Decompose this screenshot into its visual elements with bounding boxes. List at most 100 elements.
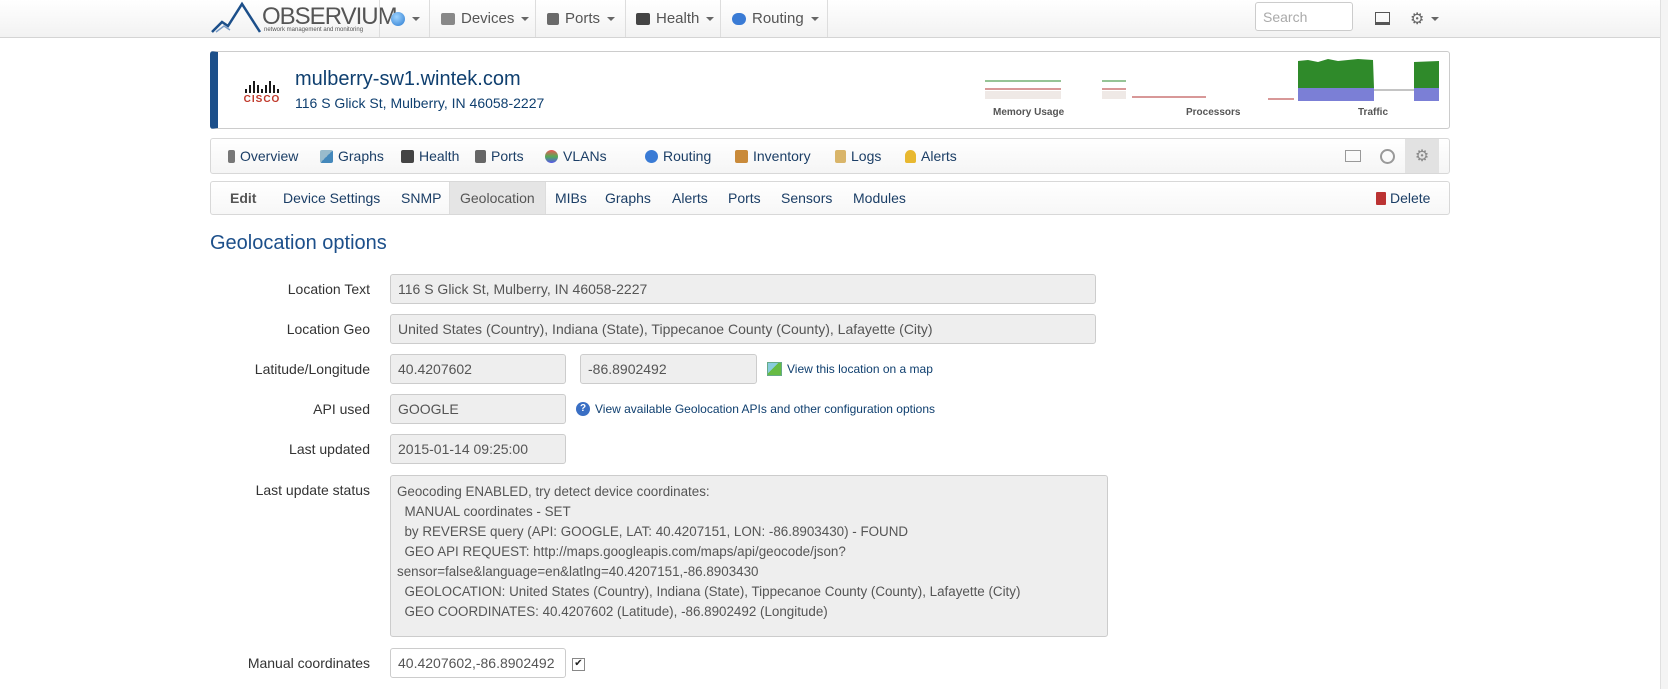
server-icon (228, 149, 235, 163)
health-monitor-icon (401, 149, 414, 163)
help-icon: ? (576, 402, 590, 416)
tab-device-settings-label: Device Settings (283, 190, 381, 206)
tab-geolocation[interactable]: Geolocation (449, 182, 546, 214)
device-poll-button[interactable] (1370, 139, 1404, 173)
nav-health[interactable]: Health (636, 0, 715, 37)
tab-edit-ports-label: Ports (728, 190, 761, 206)
last-updated-label: Last updated (289, 441, 370, 457)
processors-sparkline[interactable] (1102, 79, 1222, 101)
search-input[interactable] (1255, 2, 1353, 31)
last-update-status-label: Last update status (255, 482, 370, 498)
tab-inventory-label: Inventory (753, 148, 811, 164)
nav-divider (429, 0, 430, 37)
globe-menu[interactable] (391, 0, 420, 37)
tab-ports[interactable]: Ports (475, 139, 524, 173)
tab-alerts[interactable]: Alerts (905, 139, 957, 173)
tab-edit-graphs-label: Graphs (605, 190, 651, 206)
refresh-icon (1379, 148, 1395, 164)
nav-divider (720, 0, 721, 37)
tab-mibs[interactable]: MIBs (555, 182, 587, 214)
nav-ports[interactable]: Ports (547, 0, 616, 37)
manual-coordinates-checkbox[interactable]: ✔ (572, 658, 585, 671)
edit-tabs: Edit Device Settings SNMP Geolocation MI… (210, 181, 1450, 215)
routing-icon (732, 12, 746, 25)
longitude-field[interactable] (580, 354, 757, 384)
tab-vlans[interactable]: VLANs (545, 139, 607, 173)
logo-tagline: network management and monitoring (264, 27, 364, 33)
network-port-icon (547, 12, 559, 25)
mountain-logo-icon (211, 1, 262, 33)
edit-heading: Edit (230, 182, 256, 214)
tab-overview[interactable]: Overview (228, 139, 298, 173)
vendor-name: CISCO (243, 94, 281, 105)
api-used-label: API used (313, 401, 370, 417)
tab-edit-alerts[interactable]: Alerts (672, 182, 708, 214)
traffic-sparkline[interactable] (1268, 57, 1450, 103)
page-scrollbar[interactable] (1660, 0, 1668, 689)
tab-routing-label: Routing (663, 148, 712, 164)
delete-device-button[interactable]: Delete (1376, 182, 1430, 214)
network-port-icon (475, 149, 486, 163)
location-geo-label: Location Geo (286, 321, 370, 337)
latitude-field[interactable] (390, 354, 566, 384)
device-header: CISCO mulberry-sw1.wintek.com 116 S Glic… (210, 51, 1450, 129)
chevron-down-icon (706, 16, 715, 21)
view-map-link[interactable]: View this location on a map (767, 362, 933, 376)
edit-heading-label: Edit (230, 190, 257, 206)
top-navbar: OBSERVIUM network management and monitor… (0, 0, 1660, 38)
memory-usage-sparkline[interactable] (985, 79, 1063, 101)
tab-modules-label: Modules (853, 190, 906, 206)
delete-icon (1376, 191, 1386, 205)
tab-modules[interactable]: Modules (853, 182, 906, 214)
nav-devices[interactable]: Devices (441, 0, 530, 37)
tab-overview-label: Overview (240, 148, 299, 164)
map-icon (767, 362, 782, 376)
tab-sensors[interactable]: Sensors (781, 182, 832, 214)
nav-devices-label: Devices (461, 10, 515, 27)
last-update-status-textarea[interactable]: Geocoding ENABLED, try detect device coo… (390, 475, 1108, 637)
nav-routing[interactable]: Routing (732, 0, 819, 37)
tab-inventory[interactable]: Inventory (735, 139, 811, 173)
chevron-down-icon (521, 16, 530, 21)
location-text-label: Location Text (287, 281, 370, 297)
tab-logs[interactable]: Logs (835, 139, 881, 173)
api-used-field[interactable] (390, 394, 566, 424)
settings-menu[interactable]: ⚙ (1410, 0, 1440, 37)
nav-divider (379, 0, 380, 37)
keyboard-icon (1345, 150, 1361, 162)
device-hostname[interactable]: mulberry-sw1.wintek.com (295, 68, 521, 91)
tab-ports-label: Ports (491, 148, 524, 164)
tab-graphs[interactable]: Graphs (320, 139, 384, 173)
chevron-down-icon (607, 16, 616, 21)
chevron-down-icon (1431, 16, 1440, 21)
processors-label: Processors (1186, 107, 1241, 118)
chevron-down-icon (810, 16, 819, 21)
manual-coordinates-input[interactable] (390, 648, 566, 678)
tab-health-label: Health (419, 148, 460, 164)
vlan-icon (545, 149, 558, 163)
location-text-field[interactable] (390, 274, 1096, 304)
tab-edit-ports[interactable]: Ports (728, 182, 761, 214)
tab-snmp[interactable]: SNMP (401, 182, 441, 214)
tab-health[interactable]: Health (401, 139, 459, 173)
last-updated-field[interactable] (390, 434, 566, 464)
tab-routing[interactable]: Routing (645, 139, 711, 173)
tab-edit-alerts-label: Alerts (672, 190, 708, 206)
tab-snmp-label: SNMP (401, 190, 442, 206)
location-geo-field[interactable] (390, 314, 1096, 344)
tab-edit-graphs[interactable]: Graphs (605, 182, 651, 214)
laptop-button[interactable] (1375, 0, 1390, 37)
memory-usage-label: Memory Usage (993, 107, 1065, 118)
tab-device-settings[interactable]: Device Settings (283, 182, 380, 214)
geolocation-apis-link[interactable]: ? View available Geolocation APIs and oth… (576, 402, 935, 416)
nav-health-label: Health (656, 10, 700, 27)
device-console-button[interactable] (1336, 139, 1370, 173)
device-settings-button[interactable]: ⚙ (1405, 139, 1439, 173)
globe-icon (391, 11, 405, 26)
observium-logo[interactable]: OBSERVIUM network management and monitor… (210, 0, 398, 34)
bell-icon (905, 149, 916, 163)
tab-graphs-label: Graphs (338, 148, 384, 164)
nav-routing-label: Routing (752, 10, 804, 27)
nav-divider (535, 0, 536, 37)
page-title: Geolocation options (210, 232, 387, 254)
